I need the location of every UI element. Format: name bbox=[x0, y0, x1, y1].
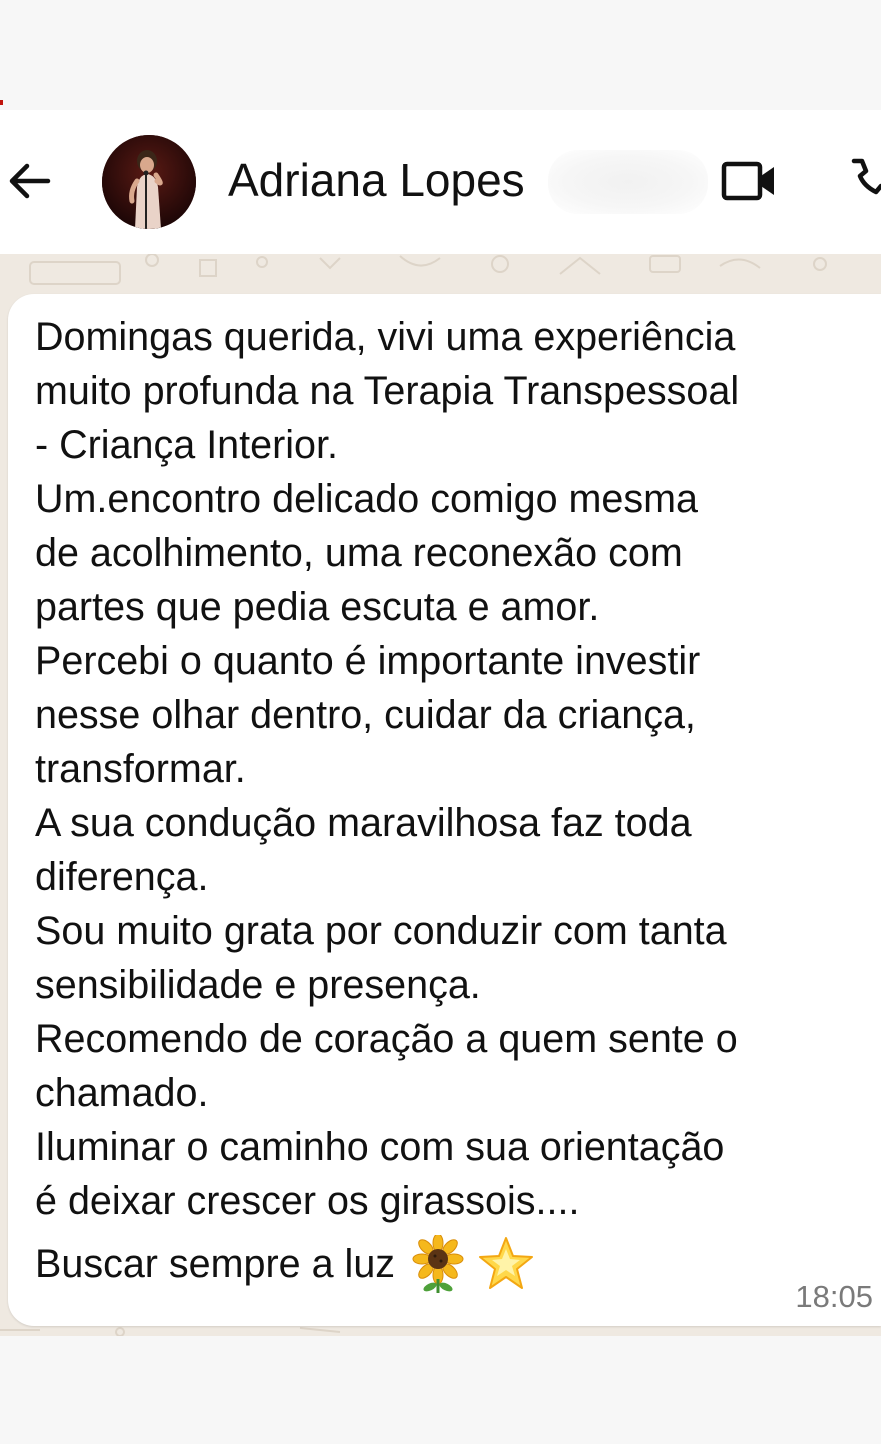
message-timestamp: 18:05 bbox=[795, 1279, 873, 1314]
chat-header: Adriana Lopes bbox=[0, 110, 881, 254]
video-call-button[interactable] bbox=[720, 158, 780, 206]
back-button[interactable] bbox=[4, 156, 54, 206]
contact-name[interactable]: Adriana Lopes bbox=[228, 152, 525, 208]
message-last-line-text: Buscar sempre a luz bbox=[35, 1242, 396, 1286]
arrow-left-icon bbox=[9, 163, 51, 199]
sunflower-icon bbox=[412, 1235, 464, 1293]
redacted-name-blur bbox=[548, 150, 708, 214]
bottom-area bbox=[0, 1336, 881, 1444]
message-bubble[interactable]: Domingas querida, vivi uma experiência m… bbox=[8, 294, 881, 1326]
voice-call-button[interactable] bbox=[846, 156, 881, 206]
message-text: Domingas querida, vivi uma experiência m… bbox=[35, 315, 740, 1223]
contact-avatar[interactable] bbox=[102, 135, 196, 229]
glowing-star-icon bbox=[479, 1237, 534, 1289]
status-bar-area bbox=[0, 0, 881, 108]
status-indicator bbox=[0, 100, 3, 105]
video-camera-icon bbox=[721, 161, 774, 201]
chat-area[interactable]: Domingas querida, vivi uma experiência m… bbox=[0, 254, 881, 1336]
message-last-line: Buscar sempre a luz bbox=[35, 1234, 535, 1294]
phone-icon bbox=[851, 158, 881, 195]
avatar-photo bbox=[102, 135, 196, 229]
